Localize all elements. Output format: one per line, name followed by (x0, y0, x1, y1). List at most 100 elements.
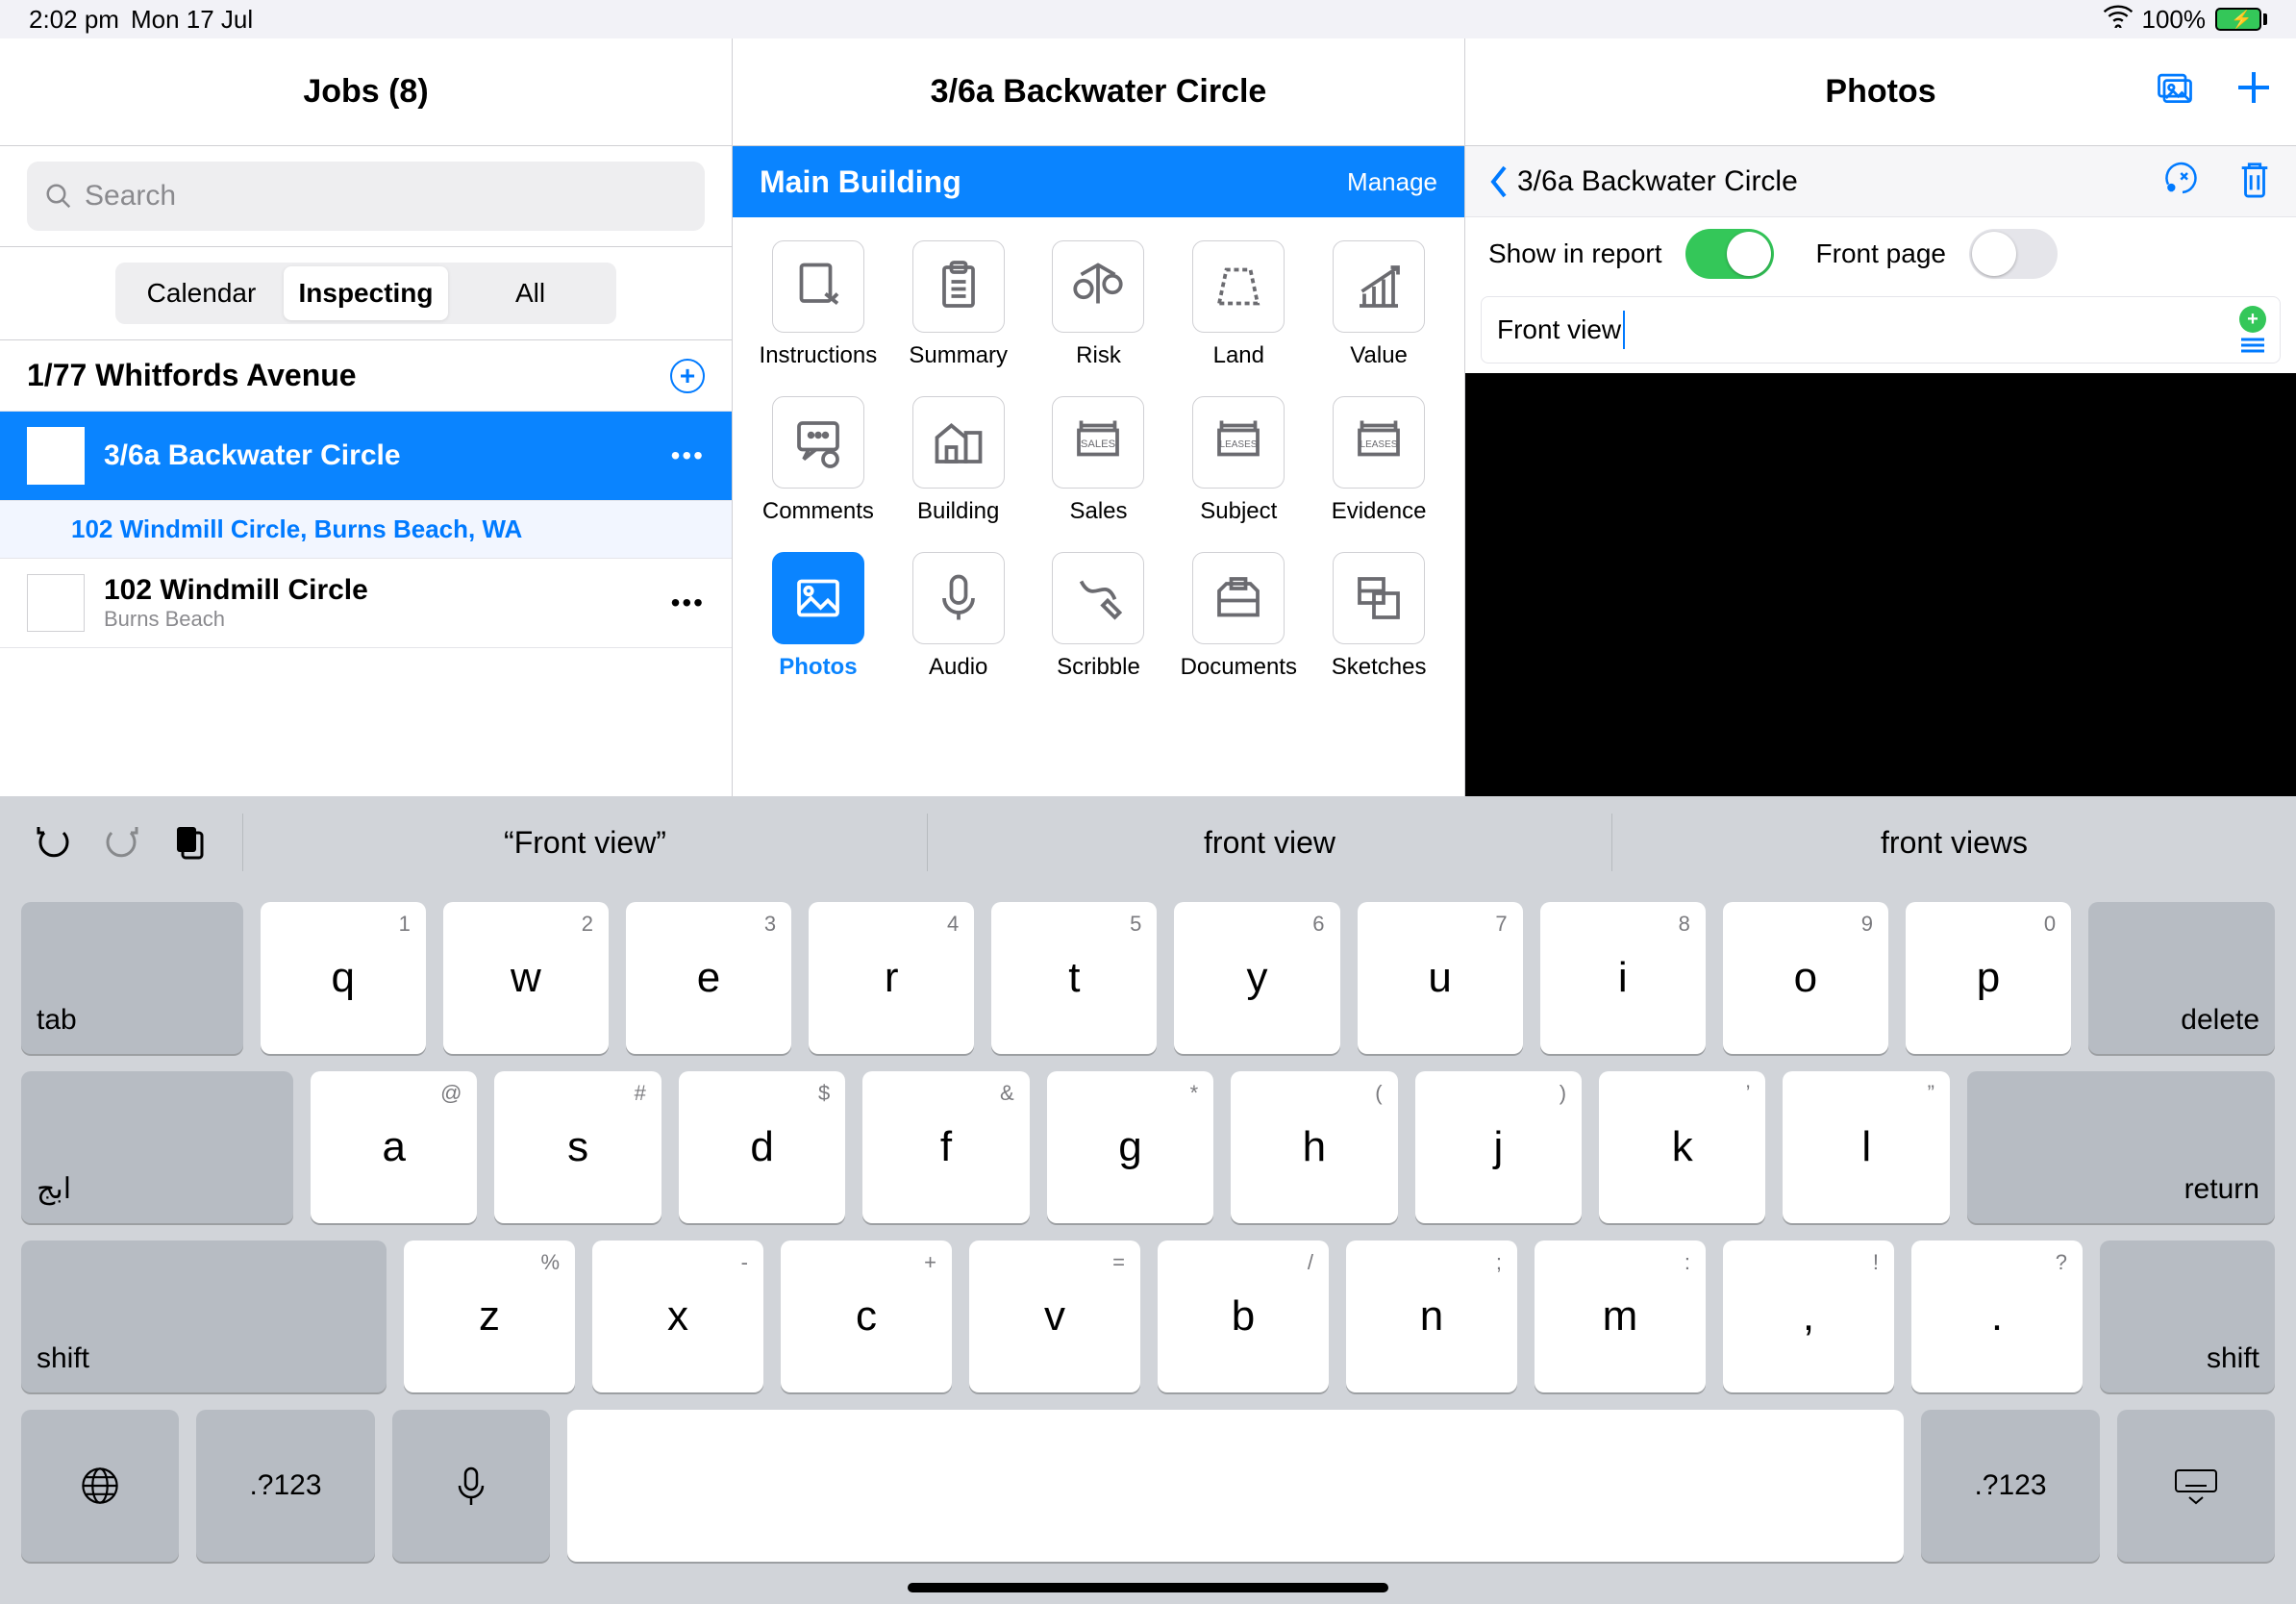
section-banner: Main Building Manage (733, 146, 1464, 217)
clipboard-icon[interactable] (169, 821, 208, 865)
home-indicator[interactable] (908, 1583, 1388, 1592)
key-d[interactable]: $d (679, 1071, 845, 1223)
tile-documents[interactable]: Documents (1172, 552, 1305, 681)
key-e[interactable]: 3e (626, 902, 791, 1054)
key-lang[interactable]: ابج (21, 1071, 293, 1223)
status-bar: 2:02 pm Mon 17 Jul 100% ⚡ (0, 0, 2296, 38)
key-shift-right[interactable]: shift (2100, 1241, 2275, 1392)
back-button[interactable]: 3/6a Backwater Circle (1488, 165, 1798, 198)
tile-land[interactable]: Land (1172, 240, 1305, 369)
key-l[interactable]: ”l (1783, 1071, 1949, 1223)
add-job-icon[interactable]: + (670, 359, 705, 393)
gallery-icon[interactable] (2154, 66, 2196, 117)
jobs-title: Jobs (8) (0, 38, 732, 146)
suggestion-2[interactable]: front view (927, 814, 1611, 871)
key-globe[interactable] (21, 1410, 179, 1562)
key-v[interactable]: =v (969, 1241, 1140, 1392)
key-hide-keyboard[interactable] (2117, 1410, 2275, 1562)
job-subtitle: Burns Beach (104, 607, 368, 632)
key-w[interactable]: 2w (443, 902, 609, 1054)
key-p[interactable]: 0p (1906, 902, 2071, 1054)
key-comma[interactable]: !, (1723, 1241, 1894, 1392)
tile-audio[interactable]: Audio (892, 552, 1025, 681)
key-s[interactable]: #s (494, 1071, 661, 1223)
add-tag-icon[interactable]: + (2239, 306, 2266, 333)
key-t[interactable]: 5t (991, 902, 1157, 1054)
show-in-report-toggle[interactable] (1685, 229, 1774, 279)
job-title: 3/6a Backwater Circle (104, 439, 401, 472)
chevron-left-icon (1488, 165, 1510, 198)
key-space[interactable] (567, 1410, 1904, 1562)
key-k[interactable]: ’k (1599, 1071, 1765, 1223)
job-thumb-icon (27, 574, 85, 632)
tile-sketches[interactable]: Sketches (1312, 552, 1445, 681)
key-u[interactable]: 7u (1358, 902, 1523, 1054)
key-q[interactable]: 1q (261, 902, 426, 1054)
key-symbols-left[interactable]: .?123 (196, 1410, 375, 1562)
battery-percent: 100% (2142, 5, 2207, 35)
key-m[interactable]: :m (1535, 1241, 1706, 1392)
list-icon[interactable] (2239, 337, 2266, 354)
key-r[interactable]: 4r (809, 902, 974, 1054)
suggestion-3[interactable]: front views (1611, 814, 2296, 871)
job-more-icon[interactable]: ••• (671, 440, 705, 471)
key-a[interactable]: @a (311, 1071, 477, 1223)
key-z[interactable]: %z (404, 1241, 575, 1392)
svg-text:+: + (2169, 183, 2174, 192)
add-icon[interactable] (2234, 68, 2273, 115)
job-sublink[interactable]: 102 Windmill Circle, Burns Beach, WA (0, 501, 732, 559)
undo-icon[interactable] (35, 821, 73, 865)
search-input[interactable]: Search (27, 162, 705, 231)
key-tab[interactable]: tab (21, 902, 243, 1054)
key-f[interactable]: &f (862, 1071, 1029, 1223)
key-j[interactable]: )j (1415, 1071, 1582, 1223)
redo-icon[interactable] (102, 821, 140, 865)
job-group-header[interactable]: 1/77 Whitfords Avenue + (0, 340, 732, 412)
segment-calendar[interactable]: Calendar (119, 266, 284, 320)
tile-risk[interactable]: Risk (1033, 240, 1165, 369)
svg-text:LEASES: LEASES (1360, 439, 1398, 450)
annotate-icon[interactable]: + (2163, 159, 2202, 204)
svg-text:LEASES: LEASES (1220, 439, 1258, 450)
status-time: 2:02 pm (29, 5, 119, 35)
key-b[interactable]: /b (1158, 1241, 1329, 1392)
tile-scribble[interactable]: Scribble (1033, 552, 1165, 681)
tile-evidence[interactable]: LEASESEvidence (1312, 396, 1445, 525)
manage-button[interactable]: Manage (1347, 167, 1437, 197)
jobs-filter-segment[interactable]: Calendar Inspecting All (115, 263, 616, 324)
tile-subject[interactable]: LEASESSubject (1172, 396, 1305, 525)
tile-building[interactable]: Building (892, 396, 1025, 525)
key-o[interactable]: 9o (1723, 902, 1888, 1054)
key-return[interactable]: return (1967, 1071, 2275, 1223)
segment-inspecting[interactable]: Inspecting (284, 266, 448, 320)
key-c[interactable]: +c (781, 1241, 952, 1392)
tile-value[interactable]: Value (1312, 240, 1445, 369)
tile-summary[interactable]: Summary (892, 240, 1025, 369)
trash-icon[interactable] (2236, 159, 2273, 204)
job-row-selected[interactable]: 3/6a Backwater Circle ••• (0, 412, 732, 501)
key-shift-left[interactable]: shift (21, 1241, 387, 1392)
key-n[interactable]: ;n (1346, 1241, 1517, 1392)
key-delete[interactable]: delete (2088, 902, 2275, 1054)
key-g[interactable]: *g (1047, 1071, 1213, 1223)
photo-caption-input[interactable]: Front view + (1481, 296, 2281, 363)
key-symbols-right[interactable]: .?123 (1921, 1410, 2100, 1562)
key-period[interactable]: ?. (1911, 1241, 2083, 1392)
tile-sales[interactable]: SALESSales (1033, 396, 1165, 525)
tile-instructions[interactable]: Instructions (752, 240, 885, 369)
svg-text:SALES: SALES (1081, 439, 1115, 450)
key-x[interactable]: -x (592, 1241, 763, 1392)
wifi-icon (2104, 5, 2133, 35)
key-mic[interactable] (392, 1410, 550, 1562)
front-page-toggle[interactable] (1969, 229, 2058, 279)
key-h[interactable]: (h (1231, 1071, 1397, 1223)
suggestion-1[interactable]: “Front view” (242, 814, 927, 871)
job-more-icon[interactable]: ••• (671, 588, 705, 618)
tile-comments[interactable]: Comments (752, 396, 885, 525)
segment-all[interactable]: All (448, 266, 612, 320)
job-row[interactable]: 102 Windmill Circle Burns Beach ••• (0, 559, 732, 648)
key-y[interactable]: 6y (1174, 902, 1339, 1054)
key-i[interactable]: 8i (1540, 902, 1706, 1054)
photo-breadcrumb: 3/6a Backwater Circle + (1465, 146, 2296, 217)
tile-photos[interactable]: Photos (752, 552, 885, 681)
